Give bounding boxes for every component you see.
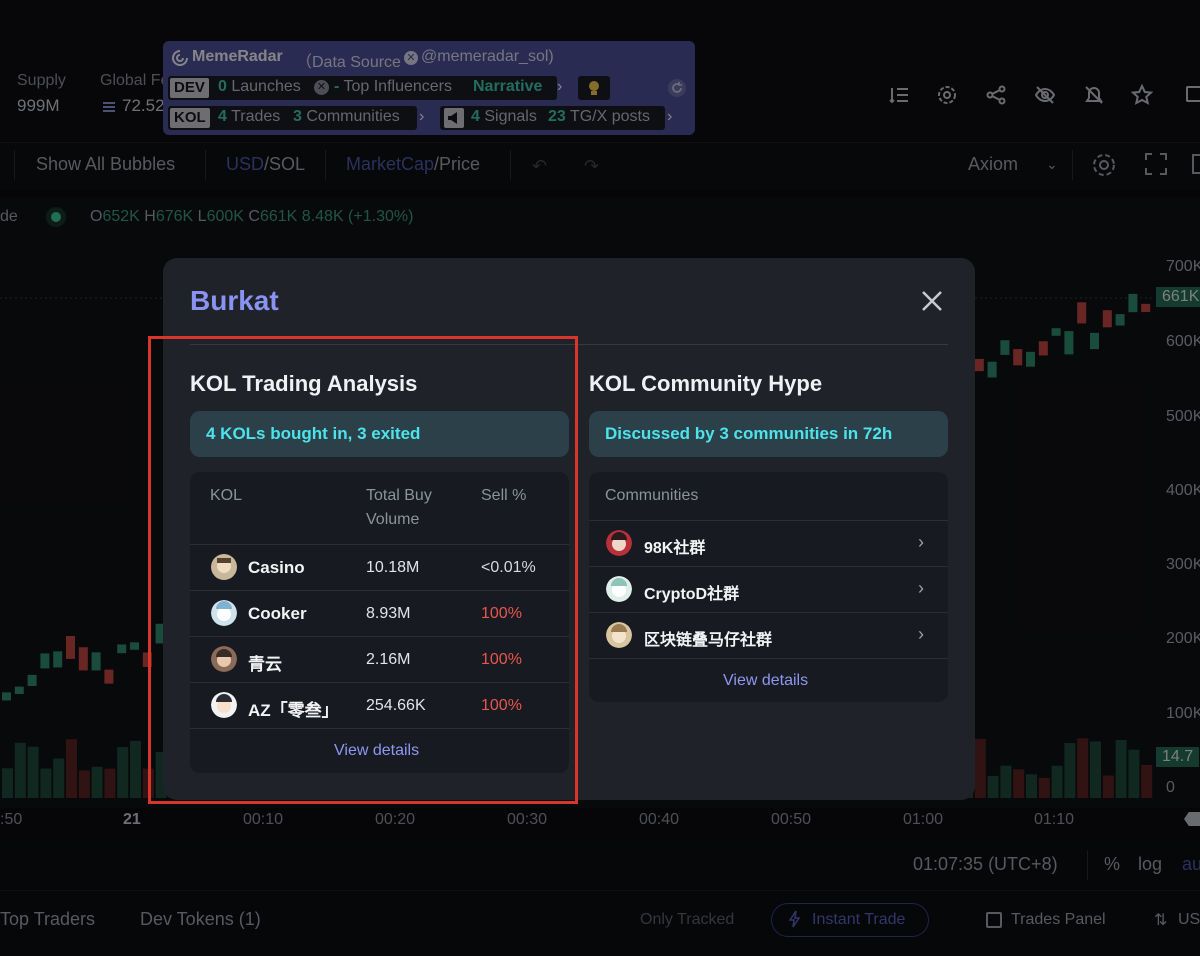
avatar: [606, 576, 632, 602]
communities-header: Communities: [605, 487, 699, 504]
chevron-right-icon: ›: [918, 578, 924, 598]
highlight-box: [148, 336, 578, 804]
community-hype-title: KOL Community Hype: [589, 371, 823, 396]
chevron-right-icon: ›: [918, 532, 924, 552]
community-name: 区块链叠马仔社群: [644, 632, 773, 649]
community-row[interactable]: [589, 521, 948, 566]
modal-title: Burkat: [190, 285, 279, 316]
community-summary-text: Discussed by 3 communities in 72h: [605, 424, 893, 443]
avatar: [606, 622, 632, 648]
community-view-details-link[interactable]: View details: [723, 672, 808, 690]
community-name: CryptoD社群: [644, 586, 740, 603]
community-row[interactable]: [589, 567, 948, 612]
close-icon[interactable]: [916, 285, 948, 317]
row-divider: [589, 658, 948, 659]
chevron-right-icon: ›: [918, 624, 924, 644]
avatar: [606, 530, 632, 556]
community-name: 98K社群: [644, 540, 706, 557]
